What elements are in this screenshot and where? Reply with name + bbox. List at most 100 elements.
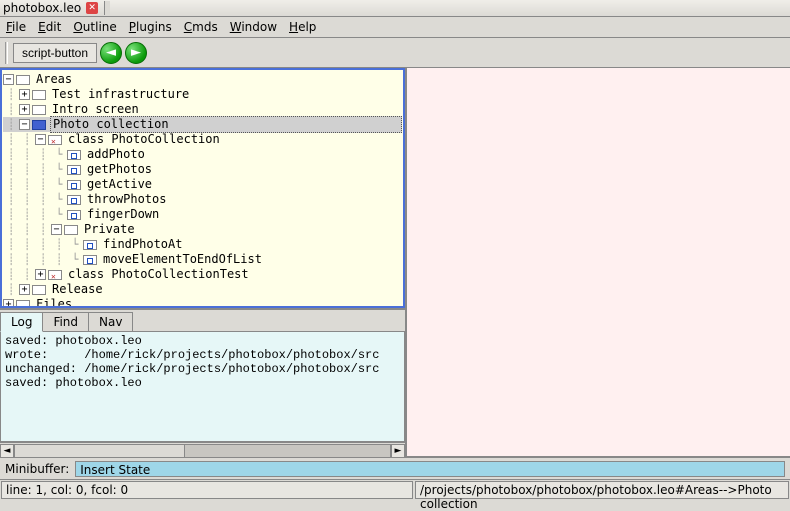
tree-node-test-infra[interactable]: ┊ + Test infrastructure <box>3 87 402 102</box>
tree-label: Areas <box>34 72 402 87</box>
expand-icon[interactable]: + <box>19 89 30 100</box>
tree-node-files[interactable]: + Files <box>3 297 402 308</box>
main-area: − Areas ┊ + Test infrastructure ┊ + Intr… <box>0 68 790 458</box>
collapse-icon[interactable]: − <box>3 74 14 85</box>
log-line: unchanged: /home/rick/projects/photobox/… <box>5 362 379 376</box>
minibuffer-input[interactable]: Insert State <box>75 461 785 477</box>
node-icon <box>48 270 62 280</box>
tree-node-class-pc[interactable]: ┊┊ − class PhotoCollection <box>3 132 402 147</box>
status-path: /projects/photobox/photobox/photobox.leo… <box>415 481 789 499</box>
left-pane: − Areas ┊ + Test infrastructure ┊ + Intr… <box>0 68 407 458</box>
node-icon <box>32 120 46 130</box>
script-button[interactable]: script-button <box>13 43 97 63</box>
title-bar: photobox.leo ✕ <box>0 0 790 17</box>
nav-back-button[interactable]: ◄ <box>100 42 122 64</box>
tree-label: moveElementToEndOfList <box>101 252 402 267</box>
scroll-track[interactable] <box>14 444 391 458</box>
log-body[interactable]: saved: photobox.leo wrote: /home/rick/pr… <box>0 331 405 442</box>
body-editor[interactable] <box>407 68 790 458</box>
expand-icon[interactable]: + <box>19 104 30 115</box>
menu-plugins[interactable]: Plugins <box>129 20 172 34</box>
tree-node-getphotos[interactable]: ┊┊┊└ getPhotos <box>3 162 402 177</box>
node-icon <box>67 150 81 160</box>
menu-outline[interactable]: Outline <box>73 20 116 34</box>
tree-node-areas[interactable]: − Areas <box>3 72 402 87</box>
node-icon <box>64 225 78 235</box>
expand-icon[interactable]: + <box>35 269 46 280</box>
status-cursor: line: 1, col: 0, fcol: 0 <box>1 481 413 499</box>
scroll-thumb[interactable] <box>15 445 185 457</box>
toolbar-separator <box>5 42 8 64</box>
tree-node-findphotoat[interactable]: ┊┊┊┊└ findPhotoAt <box>3 237 402 252</box>
horizontal-scrollbar[interactable]: ◄ ► <box>0 442 405 458</box>
node-icon <box>16 75 30 85</box>
tree-label: addPhoto <box>85 147 402 162</box>
node-icon <box>83 255 97 265</box>
tab-log[interactable]: Log <box>0 312 43 332</box>
arrow-right-icon: ► <box>131 45 141 60</box>
expand-icon[interactable]: + <box>19 284 30 295</box>
node-icon <box>67 210 81 220</box>
node-icon <box>67 165 81 175</box>
expand-icon[interactable]: + <box>3 299 14 308</box>
window-title: photobox.leo <box>3 1 81 15</box>
log-pane: Log Find Nav saved: photobox.leo wrote: … <box>0 308 405 458</box>
status-bar: line: 1, col: 0, fcol: 0 /projects/photo… <box>0 480 790 500</box>
tree-label: Test infrastructure <box>50 87 402 102</box>
tree-label: class PhotoCollection <box>66 132 402 147</box>
tree-label: getPhotos <box>85 162 402 177</box>
menu-edit[interactable]: Edit <box>38 20 61 34</box>
tree-label: Photo collection <box>50 116 402 133</box>
tree-node-intro[interactable]: ┊ + Intro screen <box>3 102 402 117</box>
minibuffer-label: Minibuffer: <box>5 462 69 476</box>
menu-file[interactable]: File <box>6 20 26 34</box>
nav-forward-button[interactable]: ► <box>125 42 147 64</box>
tree-node-release[interactable]: ┊ + Release <box>3 282 402 297</box>
menu-bar: File Edit Outline Plugins Cmds Window He… <box>0 17 790 38</box>
tree-node-moveel[interactable]: ┊┊┊┊└ moveElementToEndOfList <box>3 252 402 267</box>
log-line: wrote: /home/rick/projects/photobox/phot… <box>5 348 379 362</box>
minibuffer: Minibuffer: Insert State <box>0 458 790 480</box>
log-line: saved: photobox.leo <box>5 376 142 390</box>
tree-label: findPhotoAt <box>101 237 402 252</box>
tree-label: Intro screen <box>50 102 402 117</box>
tree-label: Release <box>50 282 402 297</box>
tree-label: Private <box>82 222 402 237</box>
node-icon <box>48 135 62 145</box>
collapse-icon[interactable]: − <box>51 224 62 235</box>
log-line: saved: photobox.leo <box>5 334 142 348</box>
tree-node-class-pct[interactable]: ┊┊ + class PhotoCollectionTest <box>3 267 402 282</box>
toolbar: script-button ◄ ► <box>0 38 790 68</box>
node-icon <box>32 90 46 100</box>
tree-node-private[interactable]: ┊┊┊ − Private <box>3 222 402 237</box>
tree-label: getActive <box>85 177 402 192</box>
tree-node-photo-collection[interactable]: ┊ − Photo collection <box>3 117 402 132</box>
node-icon <box>16 300 30 309</box>
scroll-left-icon[interactable]: ◄ <box>0 444 14 458</box>
collapse-icon[interactable]: − <box>35 134 46 145</box>
node-icon <box>32 105 46 115</box>
tree-label: fingerDown <box>85 207 402 222</box>
collapse-icon[interactable]: − <box>19 119 30 130</box>
outline-tree[interactable]: − Areas ┊ + Test infrastructure ┊ + Intr… <box>0 68 405 308</box>
node-icon <box>67 195 81 205</box>
close-icon[interactable]: ✕ <box>86 2 98 14</box>
tree-node-fingerdown[interactable]: ┊┊┊└ fingerDown <box>3 207 402 222</box>
tab-find[interactable]: Find <box>42 312 89 331</box>
tree-label: Files <box>34 297 402 308</box>
tab-nav[interactable]: Nav <box>88 312 133 331</box>
tab-notch <box>104 1 110 15</box>
tree-node-getactive[interactable]: ┊┊┊└ getActive <box>3 177 402 192</box>
scroll-right-icon[interactable]: ► <box>391 444 405 458</box>
tree-node-throwphotos[interactable]: ┊┊┊└ throwPhotos <box>3 192 402 207</box>
arrow-left-icon: ◄ <box>106 45 116 60</box>
menu-cmds[interactable]: Cmds <box>184 20 218 34</box>
node-icon <box>83 240 97 250</box>
node-icon <box>32 285 46 295</box>
menu-window[interactable]: Window <box>230 20 277 34</box>
tree-label: class PhotoCollectionTest <box>66 267 402 282</box>
tree-label: throwPhotos <box>85 192 402 207</box>
node-icon <box>67 180 81 190</box>
menu-help[interactable]: Help <box>289 20 316 34</box>
tree-node-addphoto[interactable]: ┊┊┊└ addPhoto <box>3 147 402 162</box>
